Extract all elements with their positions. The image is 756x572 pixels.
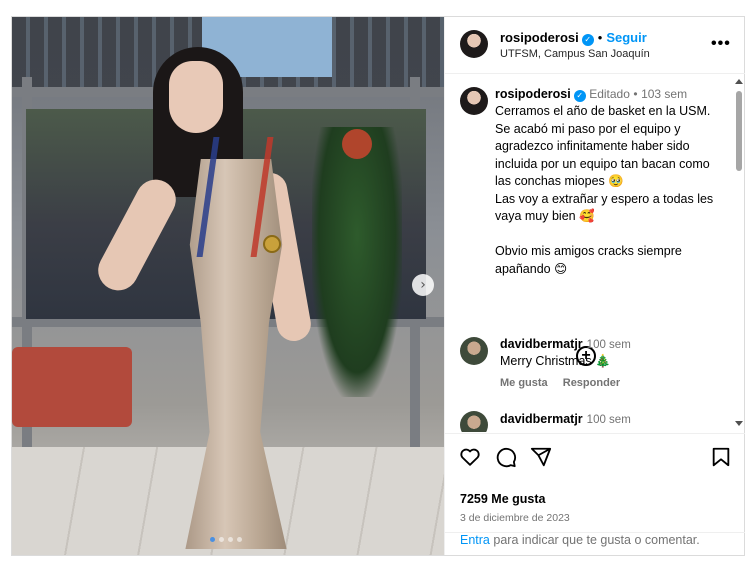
author-line: rosipoderosi ✓ • Seguir bbox=[500, 30, 647, 46]
post-date[interactable]: 3 de diciembre de 2023 bbox=[460, 512, 570, 524]
post-modal: › rosipoderosi ✓ • Seguir UTFSM, Campus San… bbox=[11, 16, 745, 556]
comment-header: davidbermatjr 100 sem bbox=[500, 337, 631, 351]
bookmark-icon[interactable] bbox=[711, 446, 731, 468]
scroll-up-icon[interactable] bbox=[735, 79, 743, 84]
comment-time[interactable]: 100 sem bbox=[587, 339, 631, 351]
verified-badge-icon: ✓ bbox=[573, 90, 586, 102]
comment-username[interactable]: davidbermatjr bbox=[500, 412, 583, 426]
caption-time[interactable]: 103 sem bbox=[641, 87, 687, 101]
heart-icon[interactable] bbox=[459, 446, 481, 468]
next-slide-button[interactable]: › bbox=[412, 274, 434, 296]
caption-edited: Editado bbox=[589, 87, 630, 101]
carousel-dot-active bbox=[210, 537, 215, 542]
comment-header: davidbermatjr 100 sem bbox=[500, 412, 631, 426]
login-prompt-text: Entra para indicar que te gusta o coment… bbox=[460, 533, 700, 547]
tree-ornament bbox=[342, 129, 372, 159]
caption-avatar[interactable] bbox=[460, 87, 488, 115]
gold-medal bbox=[263, 235, 281, 253]
post-side-panel: rosipoderosi ✓ • Seguir UTFSM, Campus San J… bbox=[444, 17, 745, 555]
more-horizontal-icon[interactable]: ••• bbox=[711, 35, 731, 53]
author-avatar[interactable] bbox=[460, 30, 488, 58]
scroll-down-icon[interactable] bbox=[735, 421, 743, 426]
comment-reply-button[interactable]: Responder bbox=[563, 377, 620, 389]
comments-section[interactable]: rosipoderosi ✓ Editado • 103 sem Cerramos… bbox=[445, 75, 745, 432]
likes-count[interactable]: 7259 Me gusta bbox=[460, 492, 545, 506]
share-icon[interactable] bbox=[530, 446, 552, 468]
face bbox=[169, 61, 223, 133]
caption-header: rosipoderosi ✓ Editado • 103 sem bbox=[495, 87, 687, 102]
comment-avatar[interactable] bbox=[460, 411, 488, 432]
post-header: rosipoderosi ✓ • Seguir UTFSM, Campus San J… bbox=[445, 17, 745, 74]
person-in-gown bbox=[91, 47, 337, 555]
comment-time[interactable]: 100 sem bbox=[587, 414, 631, 426]
separator-dot: • bbox=[597, 30, 603, 45]
comment-icon[interactable] bbox=[495, 446, 517, 468]
login-message: para indicar que te gusta o comentar. bbox=[493, 533, 700, 547]
separator-dot: • bbox=[633, 87, 638, 101]
carousel-dot bbox=[228, 537, 233, 542]
carousel-dot bbox=[237, 537, 242, 542]
comments-scrollbar[interactable] bbox=[734, 75, 744, 432]
caption-username[interactable]: rosipoderosi bbox=[495, 87, 571, 101]
post-photo[interactable]: › bbox=[12, 17, 444, 555]
comment-actions: Me gusta Responder bbox=[500, 377, 632, 389]
comment-text: Merry Christmas 🎄 bbox=[500, 354, 611, 368]
chevron-right-icon: › bbox=[420, 277, 426, 293]
caption-text: Cerramos el año de basket en la USM. Se … bbox=[495, 104, 714, 276]
carousel-dot bbox=[219, 537, 224, 542]
comment-like-button[interactable]: Me gusta bbox=[500, 377, 548, 389]
post-location[interactable]: UTFSM, Campus San Joaquín bbox=[500, 48, 650, 60]
author-username[interactable]: rosipoderosi bbox=[500, 30, 579, 45]
login-link[interactable]: Entra bbox=[460, 533, 490, 547]
comment-avatar[interactable] bbox=[460, 337, 488, 365]
carousel-indicator bbox=[210, 537, 242, 542]
scrollbar-thumb[interactable] bbox=[736, 91, 742, 171]
comment-username[interactable]: davidbermatjr bbox=[500, 337, 583, 351]
follow-button[interactable]: Seguir bbox=[606, 30, 646, 45]
verified-badge-icon: ✓ bbox=[581, 34, 594, 46]
